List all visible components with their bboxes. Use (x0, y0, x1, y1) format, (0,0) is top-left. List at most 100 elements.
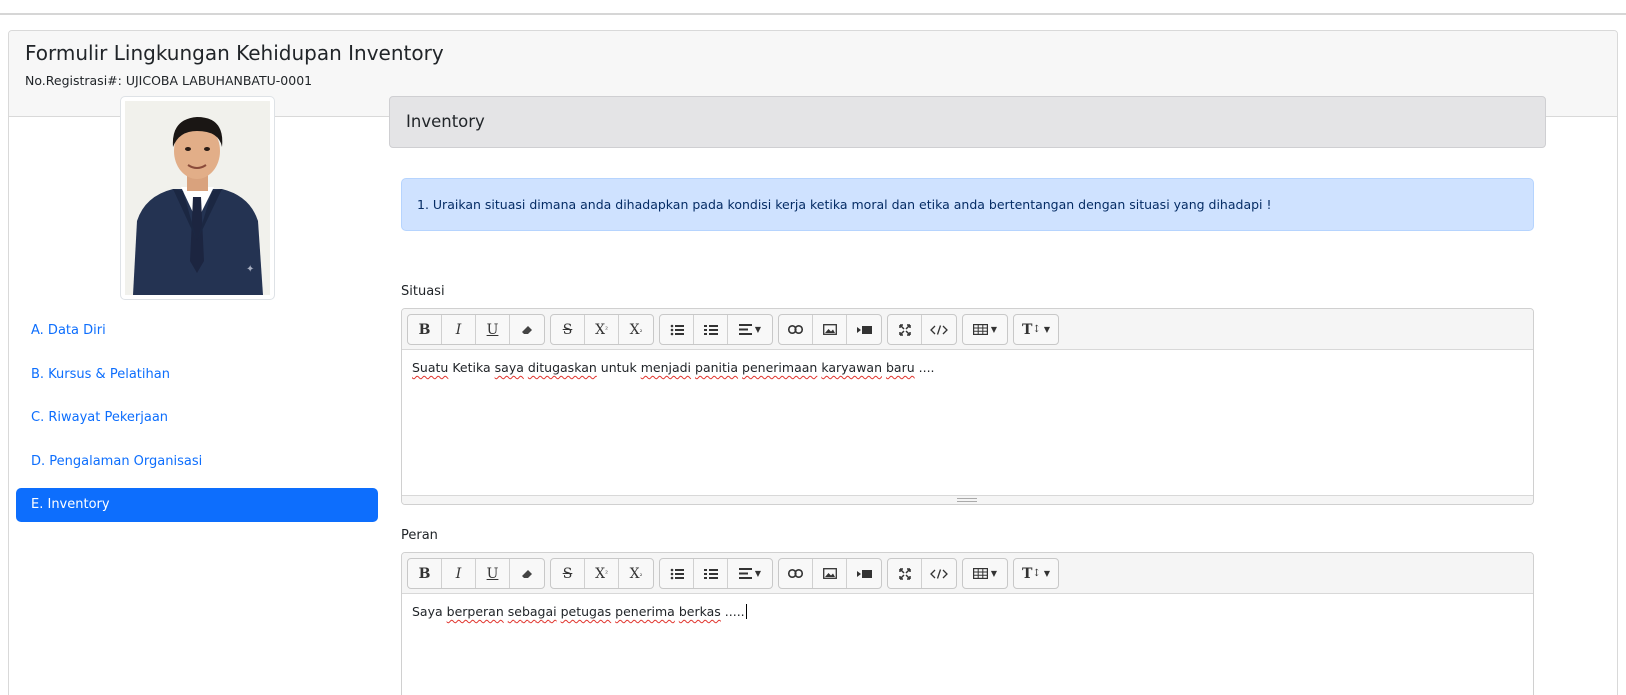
peran-text-area[interactable]: Saya berperan sebagai petugas penerima b… (402, 594, 1533, 629)
subscript-button[interactable]: X₂ (619, 315, 653, 344)
font-size-dropdown[interactable]: T ↕ ▼ (1014, 315, 1058, 344)
editor-word: ditugaskan (527, 360, 597, 375)
editor-word: ..... (724, 604, 745, 619)
view-group (887, 314, 957, 345)
numbered-list-icon (703, 568, 718, 579)
registration-number: No.Registrasi#: UJICOBA LABUHANBATU-0001 (25, 73, 313, 88)
editor-word: penerimaan (742, 360, 818, 375)
editor-resize-bar[interactable] (402, 495, 1533, 504)
question-alert: 1. Uraikan situasi dimana anda dihadapka… (401, 178, 1534, 231)
editor-word: karyawan (821, 360, 882, 375)
editor-word: baru (885, 360, 915, 375)
list-group: ▼ (659, 314, 773, 345)
situasi-editor: B I U S X² X₂ ▼ ▼ T ↕ ▼ Suatu Ketika say… (401, 308, 1534, 505)
video-icon (856, 325, 872, 334)
align-left-icon (738, 568, 752, 579)
link-icon (788, 325, 803, 334)
unordered-list-button[interactable] (660, 315, 694, 344)
text-cursor (745, 604, 747, 619)
fullscreen-icon (898, 567, 911, 580)
font-group: T ↕ ▼ (1013, 558, 1059, 589)
underline-button[interactable]: U (476, 559, 510, 588)
script-group: S X² X₂ (550, 314, 654, 345)
picture-icon (822, 324, 837, 335)
numbered-list-icon (703, 324, 718, 335)
top-divider (0, 13, 1626, 15)
unordered-list-button[interactable] (660, 559, 694, 588)
eraser-button[interactable] (510, 315, 544, 344)
table-dropdown[interactable]: ▼ (963, 559, 1007, 588)
video-icon (856, 569, 872, 578)
bold-button[interactable]: B (408, 559, 442, 588)
editor-toolbar: B I U S X² X₂ ▼ ▼ T ↕ ▼ (402, 309, 1533, 350)
chevron-down-icon: ▼ (754, 325, 762, 334)
strikethrough-button[interactable]: S (551, 315, 585, 344)
font-size-dropdown[interactable]: T ↕ ▼ (1014, 559, 1058, 588)
strikethrough-button[interactable]: S (551, 559, 585, 588)
peran-editor: B I U S X² X₂ ▼ ▼ T ↕ ▼ Saya berperan se… (401, 552, 1534, 695)
editor-word: Ketika (452, 360, 491, 375)
situasi-label: Situasi (401, 284, 445, 299)
situasi-text-area[interactable]: Suatu Ketika saya ditugaskan untuk menja… (402, 350, 1533, 385)
table-dropdown[interactable]: ▼ (963, 315, 1007, 344)
editor-word: Saya (412, 604, 443, 619)
font-group: T ↕ ▼ (1013, 314, 1059, 345)
table-icon (972, 324, 988, 335)
sidebar-item-riwayat-pekerjaan[interactable]: C. Riwayat Pekerjaan (16, 401, 378, 435)
editor-word: sebagai (507, 604, 557, 619)
editor-word: penerima (615, 604, 675, 619)
style-group: B I U (407, 314, 545, 345)
code-view-button[interactable] (922, 315, 956, 344)
script-group: S X² X₂ (550, 558, 654, 589)
italic-button[interactable]: I (442, 559, 476, 588)
superscript-button[interactable]: X² (585, 559, 619, 588)
link-button[interactable] (779, 315, 813, 344)
editor-word: berkas (678, 604, 721, 619)
profile-photo: ✦ (125, 101, 270, 295)
editor-word: saya (494, 360, 524, 375)
bullet-list-icon (670, 324, 684, 335)
chevron-down-icon: ▼ (1043, 325, 1050, 334)
align-left-icon (738, 324, 752, 335)
eraser-button[interactable] (510, 559, 544, 588)
code-view-button[interactable] (922, 559, 956, 588)
bold-button[interactable]: B (408, 315, 442, 344)
sidebar-item-pengalaman-organisasi[interactable]: D. Pengalaman Organisasi (16, 445, 378, 479)
paragraph-align-dropdown[interactable]: ▼ (728, 315, 772, 344)
superscript-button[interactable]: X² (585, 315, 619, 344)
page-title: Formulir Lingkungan Kehidupan Inventory (25, 41, 444, 65)
fullscreen-button[interactable] (888, 315, 922, 344)
profile-photo-frame: ✦ (120, 96, 275, 300)
video-button[interactable] (847, 559, 881, 588)
sidebar-item-data-diri[interactable]: A. Data Diri (16, 314, 378, 348)
chevron-down-icon: ▼ (1043, 569, 1050, 578)
chevron-down-icon: ▼ (990, 325, 998, 334)
video-button[interactable] (847, 315, 881, 344)
fullscreen-button[interactable] (888, 559, 922, 588)
ordered-list-button[interactable] (694, 315, 728, 344)
style-group: B I U (407, 558, 545, 589)
view-group (887, 558, 957, 589)
underline-button[interactable]: U (476, 315, 510, 344)
editor-word: Suatu (412, 360, 449, 375)
picture-icon (822, 568, 837, 579)
editor-word: panitia (695, 360, 739, 375)
code-icon (930, 568, 948, 579)
italic-button[interactable]: I (442, 315, 476, 344)
table-group: ▼ (962, 558, 1008, 589)
link-icon (788, 569, 803, 578)
ordered-list-button[interactable] (694, 559, 728, 588)
eraser-icon (522, 325, 532, 334)
paragraph-align-dropdown[interactable]: ▼ (728, 559, 772, 588)
table-group: ▼ (962, 314, 1008, 345)
editor-word: menjadi (640, 360, 692, 375)
chevron-down-icon: ▼ (990, 569, 998, 578)
bullet-list-icon (670, 568, 684, 579)
sidebar-item-kursus-pelatihan[interactable]: B. Kursus & Pelatihan (16, 358, 378, 392)
editor-word: berperan (446, 604, 504, 619)
sidebar-item-inventory[interactable]: E. Inventory (16, 488, 378, 522)
subscript-button[interactable]: X₂ (619, 559, 653, 588)
picture-button[interactable] (813, 559, 847, 588)
link-button[interactable] (779, 559, 813, 588)
picture-button[interactable] (813, 315, 847, 344)
